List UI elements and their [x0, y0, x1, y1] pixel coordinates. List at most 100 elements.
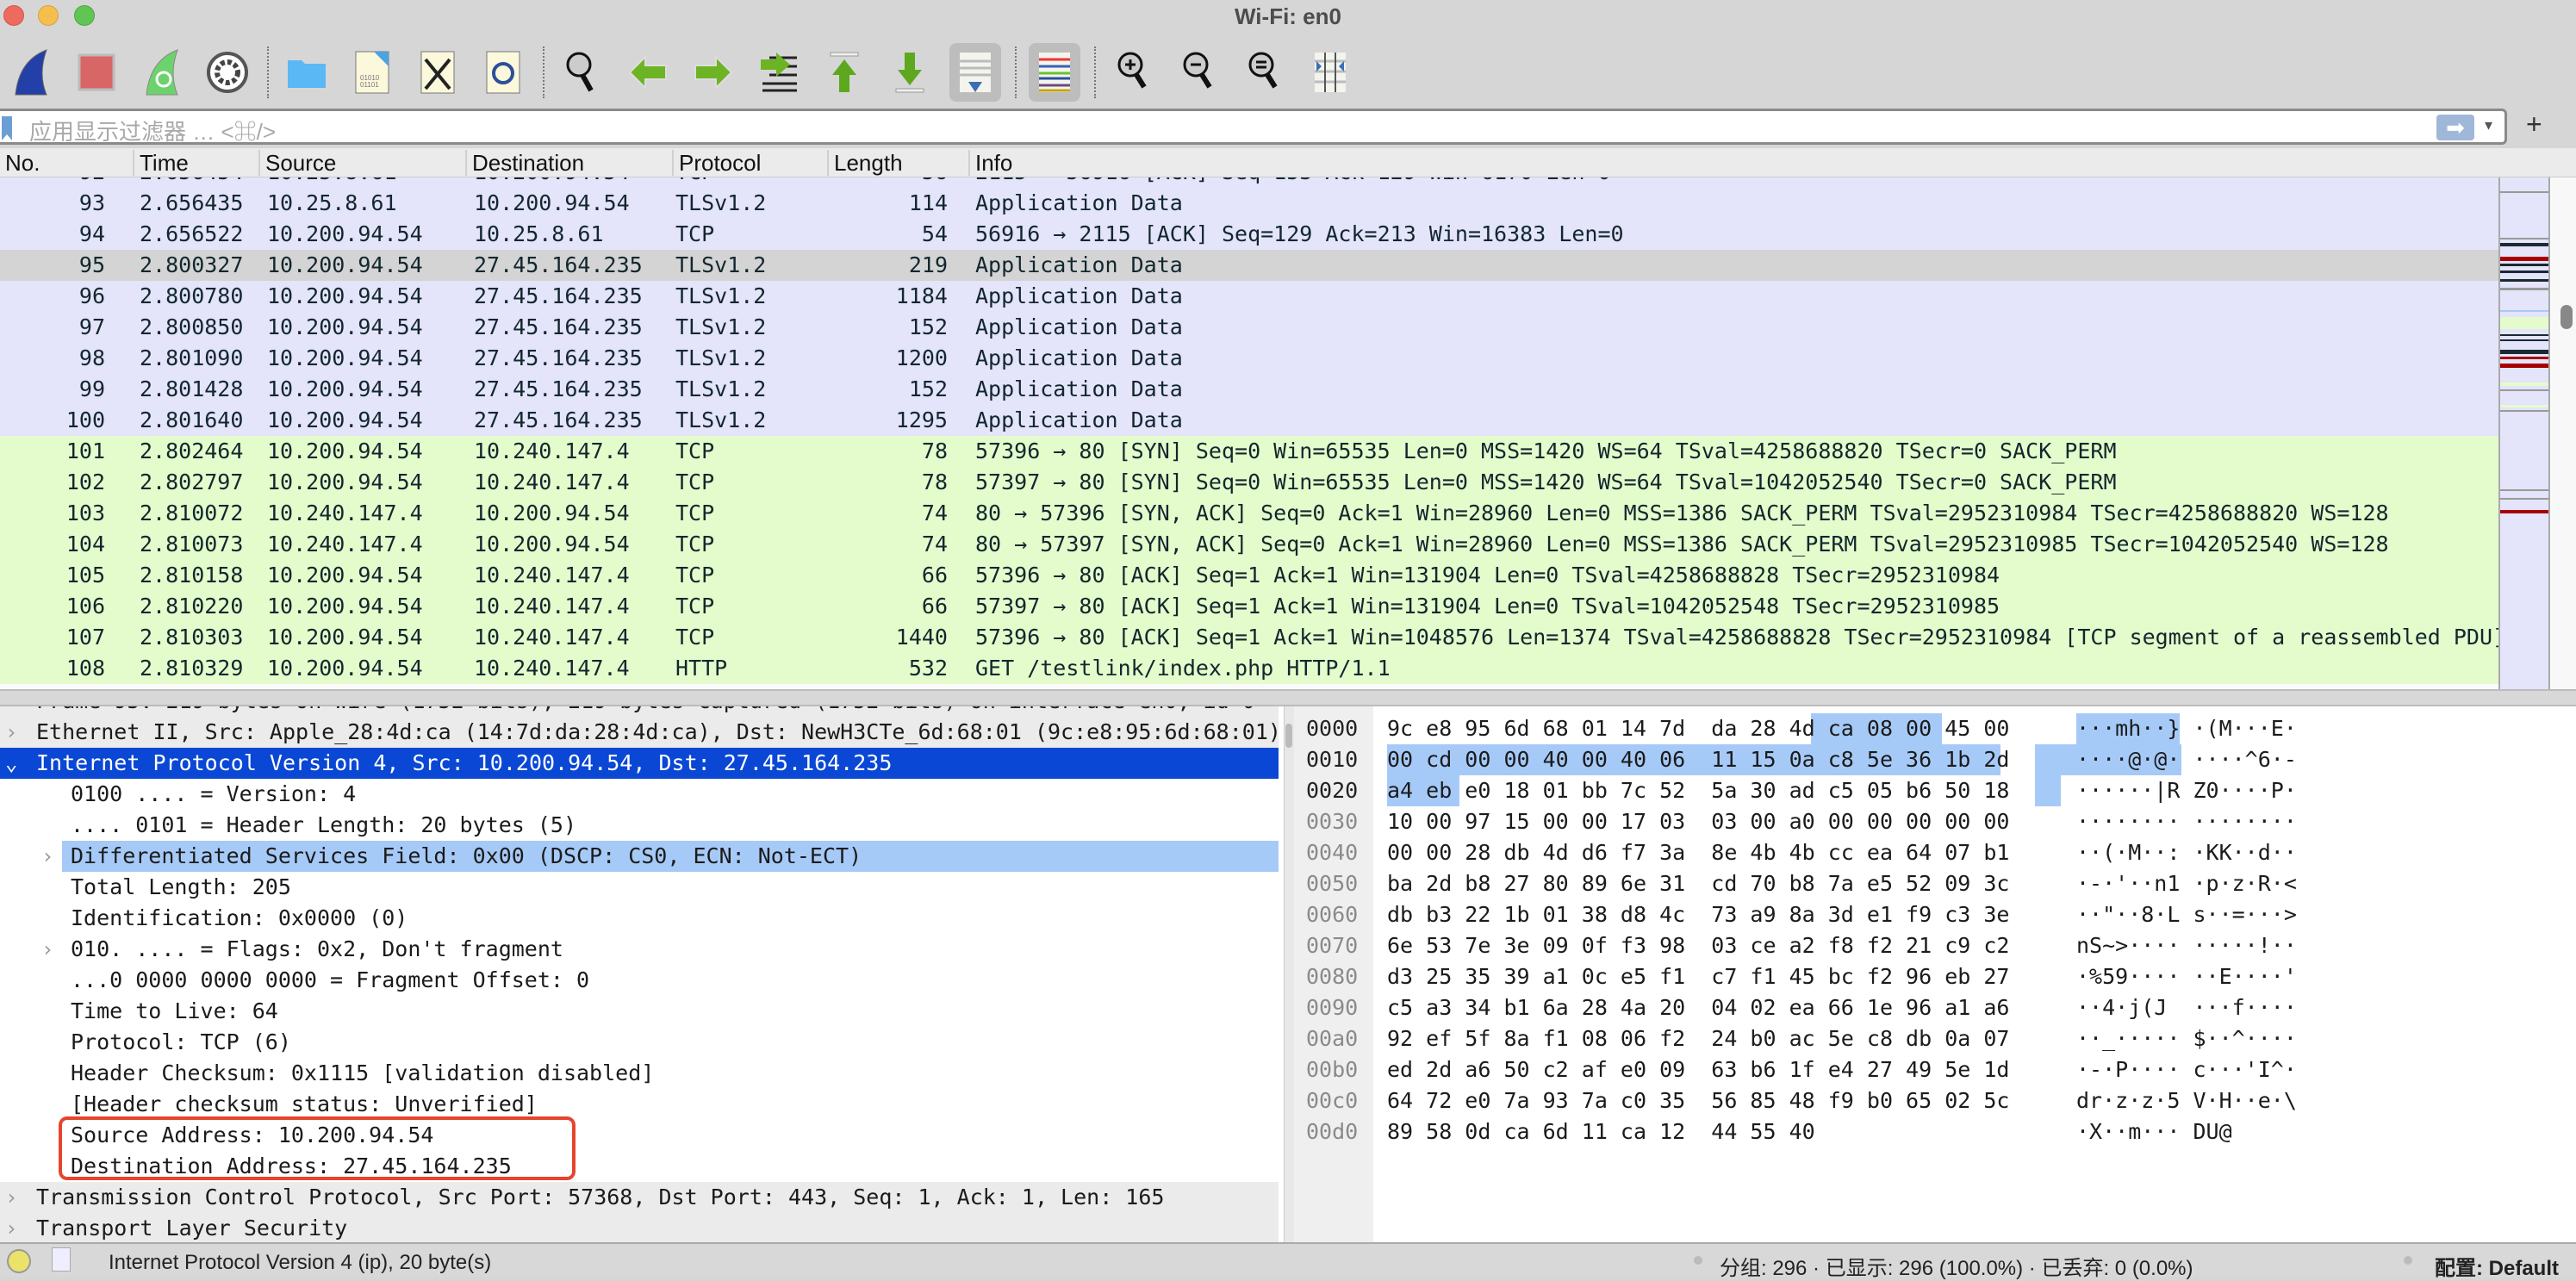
- packet-row[interactable]: 103 2.810072 10.240.147.4 10.200.94.54 TCP 74…: [0, 498, 2498, 529]
- detail-tree-item[interactable]: › Differentiated Services Field: 0x00 (DS…: [41, 841, 1279, 872]
- hex-bytes[interactable]: ed 2d a6 50 c2 af e0 09 63 b6 1f e4 27 4…: [1387, 1054, 2009, 1085]
- close-file-button[interactable]: [412, 43, 464, 102]
- hex-bytes[interactable]: 64 72 e0 7a 93 7a c0 35 56 85 48 f9 b0 6…: [1387, 1085, 2009, 1116]
- hex-ascii[interactable]: ··"··8·L s··=···>: [2076, 899, 2297, 930]
- packet-row[interactable]: 105 2.810158 10.200.94.54 10.240.147.4 TCP 66…: [0, 560, 2498, 591]
- expanded-caret-icon[interactable]: ⌄: [5, 748, 17, 779]
- hex-bytes[interactable]: a4 eb e0 18 01 bb 7c 52 5a 30 ad c5 05 b…: [1387, 775, 2009, 806]
- hex-ascii[interactable]: ·%59···· ··E····': [2076, 961, 2297, 992]
- packet-row[interactable]: 101 2.802464 10.200.94.54 10.240.147.4 TCP 78…: [0, 436, 2498, 467]
- collapsed-caret-icon[interactable]: ›: [41, 841, 53, 872]
- packet-row[interactable]: 92 2.656454 10.25.8.61 10.200.94.54 TCP 56 211…: [0, 177, 2498, 188]
- hex-ascii[interactable]: ········ ········: [2076, 806, 2297, 837]
- column-header-protocol[interactable]: Protocol: [672, 150, 761, 176]
- column-header-no[interactable]: No.: [0, 150, 40, 176]
- apply-filter-button[interactable]: ➡: [2436, 115, 2474, 140]
- detail-tree-item[interactable]: Time to Live: 64: [0, 996, 1279, 1027]
- go-back-button[interactable]: [622, 43, 674, 102]
- hex-bytes[interactable]: ba 2d b8 27 80 89 6e 31 cd 70 b8 7a e5 5…: [1387, 868, 2009, 899]
- resize-columns-button[interactable]: [1304, 43, 1356, 102]
- first-packet-button[interactable]: [818, 43, 870, 102]
- hex-ascii[interactable]: ·-·P···· c···'I^·: [2076, 1054, 2297, 1085]
- stop-capture-button[interactable]: [71, 43, 122, 102]
- zoom-out-button[interactable]: [1173, 43, 1225, 102]
- hex-bytes[interactable]: 10 00 97 15 00 00 17 03 03 00 a0 00 00 0…: [1387, 806, 2009, 837]
- detail-tree-item[interactable]: ...0 0000 0000 0000 = Fragment Offset: 0: [0, 965, 1279, 996]
- packet-row[interactable]: 99 2.801428 10.200.94.54 27.45.164.235 TLSv1…: [0, 374, 2498, 405]
- last-packet-button[interactable]: [884, 43, 936, 102]
- hex-ascii[interactable]: ·-·'··n1 ·p·z·R·<: [2076, 868, 2297, 899]
- detail-tree-item[interactable]: .... 0101 = Header Length: 20 bytes (5): [0, 810, 1279, 841]
- restart-capture-button[interactable]: [136, 43, 188, 102]
- packet-minimap[interactable]: [2498, 177, 2550, 689]
- collapsed-caret-icon[interactable]: ›: [5, 706, 17, 717]
- auto-scroll-button[interactable]: [949, 43, 1001, 102]
- hex-bytes[interactable]: c5 a3 34 b1 6a 28 4a 20 04 02 ea 66 1e 9…: [1387, 992, 2009, 1023]
- hex-bytes[interactable]: 00 cd 00 00 40 00 40 06 11 15 0a c8 5e 3…: [1387, 744, 2009, 775]
- hex-bytes[interactable]: 92 ef 5f 8a f1 08 06 f2 24 b0 ac 5e c8 d…: [1387, 1023, 2009, 1054]
- detail-tree-item[interactable]: › Transport Layer Security: [0, 1213, 1279, 1242]
- hex-ascii[interactable]: ······|R Z0····P·: [2076, 775, 2297, 806]
- hex-ascii[interactable]: ···mh··} ·(M···E·: [2076, 713, 2297, 744]
- packet-row[interactable]: 108 2.810329 10.200.94.54 10.240.147.4 HTTP 5…: [0, 653, 2498, 684]
- detail-tree-item[interactable]: 0100 .... = Version: 4: [0, 779, 1279, 810]
- pane-splitter[interactable]: [0, 689, 2576, 706]
- detail-tree-item[interactable]: [Header checksum status: Unverified]: [0, 1089, 1279, 1120]
- packet-row[interactable]: 102 2.802797 10.200.94.54 10.240.147.4 TCP 78…: [0, 467, 2498, 498]
- hex-bytes[interactable]: 00 00 28 db 4d d6 f7 3a 8e 4b 4b cc ea 6…: [1387, 837, 2009, 868]
- hex-ascii[interactable]: ··_····· $··^····: [2076, 1023, 2297, 1054]
- detail-tree-item[interactable]: ⌄ Internet Protocol Version 4, Src: 10.20…: [0, 748, 1279, 779]
- capture-options-button[interactable]: [202, 43, 253, 102]
- hex-bytes[interactable]: 9c e8 95 6d 68 01 14 7d da 28 4d ca 08 0…: [1387, 713, 2009, 744]
- packet-row[interactable]: 107 2.810303 10.200.94.54 10.240.147.4 TCP 14…: [0, 622, 2498, 653]
- collapsed-caret-icon[interactable]: ›: [5, 1213, 17, 1242]
- detail-tree-item[interactable]: › Frame 95: 219 bytes on wire (1752 bits)…: [0, 706, 1279, 717]
- packet-row[interactable]: 94 2.656522 10.200.94.54 10.25.8.61 TCP 54 569…: [0, 219, 2498, 250]
- hex-bytes[interactable]: db b3 22 1b 01 38 d8 4c 73 a9 8a 3d e1 f…: [1387, 899, 2009, 930]
- find-packet-button[interactable]: [557, 43, 608, 102]
- collapsed-caret-icon[interactable]: ›: [5, 1182, 17, 1213]
- normal-size-button[interactable]: [1239, 43, 1291, 102]
- add-filter-button[interactable]: +: [2526, 109, 2542, 140]
- filter-history-dropdown[interactable]: ▾: [2485, 116, 2492, 134]
- column-header-length[interactable]: Length: [827, 150, 903, 176]
- collapsed-caret-icon[interactable]: ›: [41, 934, 53, 965]
- column-header-destination[interactable]: Destination: [465, 150, 584, 176]
- collapsed-caret-icon[interactable]: ›: [5, 717, 17, 748]
- packet-row[interactable]: 100 2.801640 10.200.94.54 27.45.164.235 TLSv…: [0, 405, 2498, 436]
- detail-tree-item[interactable]: Identification: 0x0000 (0): [0, 903, 1279, 934]
- display-filter-input[interactable]: 应用显示过滤器 … <⌘/> ➡ ▾: [0, 109, 2507, 145]
- hex-bytes[interactable]: 6e 53 7e 3e 09 0f f3 98 03 ce a2 f8 f2 2…: [1387, 930, 2009, 961]
- colorize-button[interactable]: [1029, 43, 1080, 102]
- packet-row[interactable]: 93 2.656435 10.25.8.61 10.200.94.54 TLSv1.2 1…: [0, 188, 2498, 219]
- detail-tree-item[interactable]: Header Checksum: 0x1115 [validation disa…: [0, 1058, 1279, 1089]
- hex-bytes[interactable]: d3 25 35 39 a1 0c e5 f1 c7 f1 45 bc f2 9…: [1387, 961, 2009, 992]
- detail-tree-item[interactable]: › 010. .... = Flags: 0x2, Don't fragment: [0, 934, 1279, 965]
- detail-bytes-splitter[interactable]: [1284, 706, 1294, 1242]
- reload-file-button[interactable]: [477, 43, 529, 102]
- packet-list-scrollbar[interactable]: [2552, 177, 2576, 689]
- bookmark-icon[interactable]: [2, 116, 12, 140]
- expert-info-icon[interactable]: [7, 1249, 31, 1273]
- packet-row[interactable]: 104 2.810073 10.240.147.4 10.200.94.54 TCP 74…: [0, 529, 2498, 560]
- column-header-time[interactable]: Time: [133, 150, 189, 176]
- scrollbar-thumb[interactable]: [2560, 305, 2573, 329]
- detail-tree-item[interactable]: › Transmission Control Protocol, Src Port…: [0, 1182, 1279, 1213]
- detail-tree-item[interactable]: Protocol: TCP (6): [0, 1027, 1279, 1058]
- save-file-button[interactable]: 01010 01101: [346, 43, 398, 102]
- packet-row[interactable]: 106 2.810220 10.200.94.54 10.240.147.4 TCP 66…: [0, 591, 2498, 622]
- hex-ascii[interactable]: ··(·M··: ·KK··d··: [2076, 837, 2297, 868]
- hex-ascii[interactable]: ··4·j(J ···f····: [2076, 992, 2297, 1023]
- go-to-packet-button[interactable]: [753, 43, 805, 102]
- start-capture-button[interactable]: [5, 43, 57, 102]
- hex-bytes[interactable]: 89 58 0d ca 6d 11 ca 12 44 55 40: [1387, 1116, 1815, 1147]
- column-header-info[interactable]: Info: [968, 150, 1012, 176]
- hex-ascii[interactable]: ·X··m··· DU@: [2076, 1116, 2232, 1147]
- packet-row[interactable]: 97 2.800850 10.200.94.54 27.45.164.235 TLSv1…: [0, 312, 2498, 343]
- open-file-button[interactable]: [281, 43, 333, 102]
- detail-tree-item[interactable]: Total Length: 205: [0, 872, 1279, 903]
- hex-ascii[interactable]: nS~>···· ·····!··: [2076, 930, 2297, 961]
- packet-row[interactable]: 96 2.800780 10.200.94.54 27.45.164.235 TLSv1…: [0, 281, 2498, 312]
- column-header-source[interactable]: Source: [258, 150, 336, 176]
- go-forward-button[interactable]: [688, 43, 739, 102]
